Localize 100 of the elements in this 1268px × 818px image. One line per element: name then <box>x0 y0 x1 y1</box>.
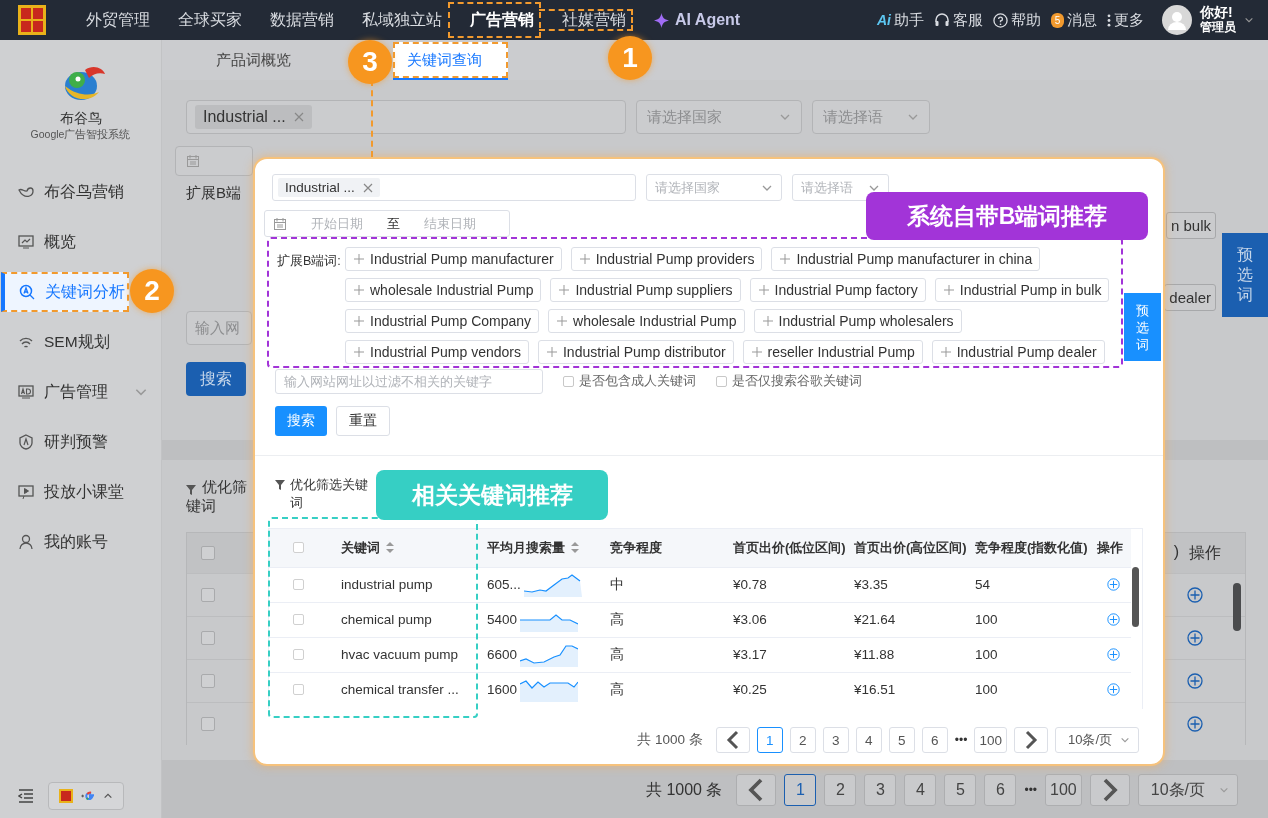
add-icon <box>1107 613 1120 626</box>
scrollbar[interactable] <box>1233 583 1241 631</box>
nav-tab[interactable]: 外贸管理 <box>72 0 164 40</box>
keyword-tag[interactable]: Industrial Pump manufacturer in china <box>771 247 1041 271</box>
page-button[interactable]: 2 <box>824 774 857 806</box>
page-button[interactable]: 100 <box>974 727 1007 753</box>
checkbox[interactable] <box>293 579 304 590</box>
checkbox[interactable] <box>201 717 215 731</box>
page-button[interactable]: 3 <box>864 774 897 806</box>
toolbar-link[interactable]: 帮助 <box>993 10 1041 30</box>
column-header: 竞争程度(指数化值) <box>975 538 1088 557</box>
keyword-field[interactable]: Industrial ... <box>186 100 626 134</box>
plus-icon <box>354 254 364 264</box>
keyword-tag[interactable]: n bulk <box>1165 212 1216 239</box>
page-button[interactable]: 4 <box>904 774 937 806</box>
checkbox[interactable] <box>201 588 215 602</box>
page-button[interactable]: 2 <box>789 727 816 753</box>
language-selector[interactable] <box>48 782 124 810</box>
plus-icon <box>780 254 791 264</box>
tab[interactable]: 产品词概览 <box>202 40 305 80</box>
keyword-tag[interactable]: dealer <box>1164 284 1216 311</box>
caret-icon <box>103 791 113 801</box>
keyword-tag[interactable]: wholesale Industrial Pump <box>345 278 542 302</box>
checkbox[interactable] <box>293 614 304 625</box>
date-range-field[interactable] <box>175 146 253 176</box>
keyword-tag[interactable]: Industrial Pump vendors <box>345 340 529 364</box>
nav-tab[interactable]: 数据营销 <box>256 0 348 40</box>
table-cell: chemical pump <box>341 612 432 627</box>
checkbox[interactable] <box>293 542 304 554</box>
sidebar-item[interactable]: 概览 <box>0 222 161 262</box>
plus-icon <box>579 254 590 264</box>
checkbox[interactable] <box>293 684 304 696</box>
table-cell: 高 <box>610 646 624 662</box>
sidebar-item[interactable]: 关键词分析 <box>1 272 129 312</box>
keyword-tag[interactable]: reseller Industrial Pump <box>742 340 923 364</box>
sidebar-item[interactable]: 布谷鸟营销 <box>0 172 161 212</box>
page-button[interactable]: 1 <box>784 774 817 806</box>
sidebar-item[interactable]: 投放小课堂 <box>0 472 161 512</box>
search-button[interactable]: 搜索 <box>186 362 246 396</box>
toolbar-link[interactable]: 客服 <box>934 10 983 30</box>
page-button[interactable]: 100 <box>1045 774 1082 806</box>
table-cell: 高 <box>610 611 624 627</box>
keyword-tag[interactable]: Industrial Pump factory <box>749 278 926 302</box>
checkbox[interactable] <box>201 631 215 645</box>
page-button[interactable]: 6 <box>921 727 948 753</box>
nav-tab[interactable]: 私域独立站 <box>348 0 456 40</box>
checkbox[interactable] <box>293 649 304 660</box>
page-button[interactable]: 3 <box>822 727 849 753</box>
page-size-select[interactable]: 10条/页 <box>1137 774 1238 806</box>
add-icon <box>1187 673 1203 689</box>
nav-tab[interactable]: 全球买家 <box>164 0 256 40</box>
play-screen-icon <box>18 484 34 500</box>
preselect-button[interactable]: 预选词 <box>1222 233 1268 317</box>
keyword-tag[interactable]: Industrial Pump Company <box>345 309 540 333</box>
filter-label: 键词 <box>186 497 216 516</box>
plus-icon <box>559 285 570 295</box>
sidebar-item[interactable]: 研判预警 <box>0 422 161 462</box>
sidebar-item[interactable]: 我的账号 <box>0 522 161 562</box>
table-cell: ¥16.51 <box>854 682 896 698</box>
page-button[interactable]: 5 <box>944 774 977 806</box>
plus-icon <box>546 347 557 357</box>
caret-icon <box>1120 735 1130 745</box>
reset-button[interactable]: 重置 <box>336 406 390 436</box>
toolbar-link[interactable]: 更多 <box>1107 10 1144 30</box>
page-button[interactable]: 5 <box>888 727 915 753</box>
nav-tab[interactable]: 广告营销 <box>456 0 548 40</box>
callout-label: 相关关键词推荐 <box>376 470 608 520</box>
toolbar-link[interactable]: Ai 助手 <box>877 10 924 30</box>
field-label: 扩展B端 <box>186 184 241 203</box>
keyword-tag[interactable]: Industrial Pump dealer <box>931 340 1105 364</box>
keyword-tag[interactable]: Industrial Pump suppliers <box>550 278 741 302</box>
prev-page-icon <box>736 774 777 806</box>
checkbox[interactable] <box>201 546 215 560</box>
keyword-tag[interactable]: Industrial Pump wholesalers <box>753 309 962 333</box>
message-badge: 5 <box>1051 12 1064 28</box>
brand-name: 布谷鸟 <box>59 110 102 128</box>
keyword-tag[interactable]: Industrial Pump providers <box>570 247 763 271</box>
sidebar-item[interactable]: 广告管理 <box>0 372 161 412</box>
user-icon <box>18 534 34 550</box>
page-size-select[interactable]: 10条/页 <box>1054 727 1139 753</box>
checkbox[interactable] <box>716 376 727 387</box>
page-button[interactable]: 6 <box>984 774 1017 806</box>
checkbox[interactable] <box>201 674 215 688</box>
scrollbar[interactable] <box>1132 567 1139 627</box>
keyword-tag[interactable]: Industrial Pump manufacturer <box>345 247 562 271</box>
page-button[interactable]: 4 <box>855 727 882 753</box>
ellipsis: ••• <box>954 733 968 747</box>
plus-icon <box>751 347 762 357</box>
keyword-tag[interactable]: wholesale Industrial Pump <box>548 309 745 333</box>
checkbox[interactable] <box>563 376 574 387</box>
keyword-tag[interactable]: Industrial Pump in bulk <box>934 278 1110 302</box>
brand-subtitle: Google广告智投系统 <box>30 128 131 142</box>
keyword-tag[interactable]: Industrial Pump distributor <box>537 340 734 364</box>
total-count: 共 1000 条 <box>637 731 703 749</box>
keyword-field[interactable]: Industrial ... <box>272 174 636 201</box>
close-icon <box>293 112 304 122</box>
sidebar-item[interactable]: SEM规划 <box>0 322 161 362</box>
tab[interactable]: 关键词查询 <box>393 42 508 78</box>
table-cell: ¥3.17 <box>733 647 767 662</box>
toolbar-link[interactable]: 5 消息 <box>1051 10 1097 30</box>
